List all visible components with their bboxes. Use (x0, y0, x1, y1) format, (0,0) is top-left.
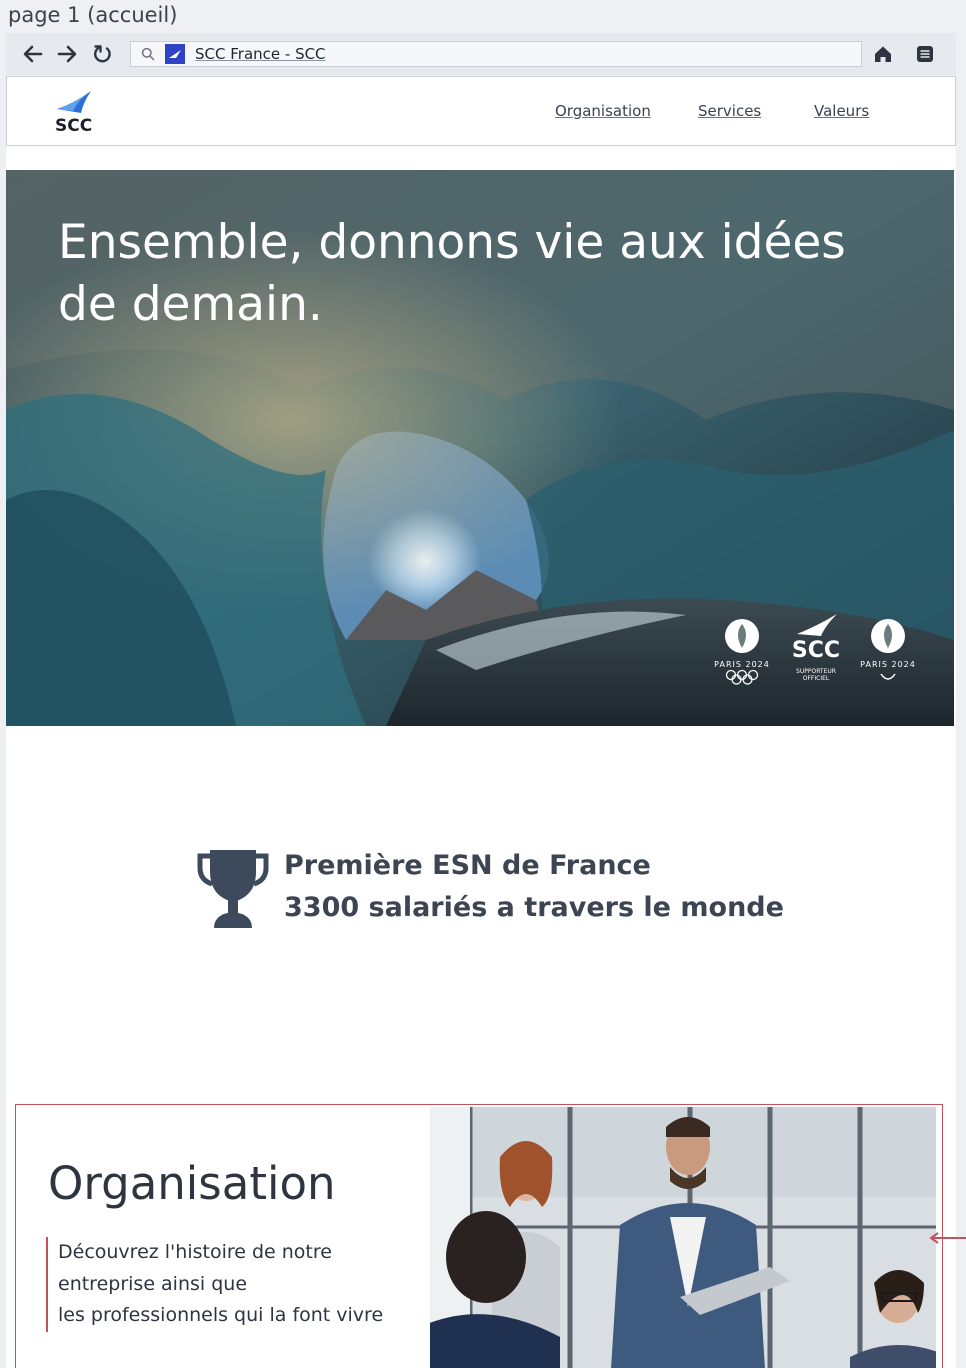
paris-2024-olympics-logo: PARIS 2024 (712, 616, 772, 689)
hero-banner: Ensemble, donnons vie aux idées de demai… (6, 170, 954, 726)
organisation-desc-line: Découvrez l'histoire de notre (58, 1241, 332, 1263)
page-caption: page 1 (accueil) (8, 3, 178, 27)
company-stats: Première ESN de France 3300 salariés a t… (196, 848, 796, 932)
agitos-icon (880, 673, 896, 680)
logo-text: SCC (55, 116, 92, 133)
organisation-description: Découvrez l'histoire de notre entreprise… (46, 1237, 383, 1332)
menu-button[interactable] (912, 41, 938, 67)
flame-icon (725, 619, 759, 653)
arrow-left-annotation-icon (929, 1232, 966, 1244)
team-meeting-photo (430, 1107, 936, 1368)
nav-valeurs[interactable]: Valeurs (814, 102, 869, 120)
paris-2024-text: PARIS 2024 (860, 660, 916, 669)
flame-icon (871, 619, 905, 653)
organisation-title: Organisation (48, 1157, 336, 1210)
nav-organisation[interactable]: Organisation (555, 102, 651, 120)
nav-services[interactable]: Services (698, 102, 761, 120)
organisation-desc-line: entreprise ainsi que (58, 1272, 248, 1295)
organisation-desc-line: les professionnels qui la font vivre (58, 1304, 384, 1326)
menu-icon (917, 46, 933, 62)
browser-toolbar: SCC France - SCC (6, 33, 956, 75)
home-button[interactable] (870, 41, 896, 67)
reload-icon (94, 45, 111, 63)
arrow-right-icon (57, 45, 77, 63)
paris-2024-text: PARIS 2024 (714, 660, 770, 669)
supporter-text: SUPPORTEUR (796, 668, 836, 675)
stat-employees: 3300 salariés a travers le monde (284, 892, 784, 923)
arrow-left-icon (23, 45, 43, 63)
stat-ranking: Première ESN de France (284, 850, 651, 881)
forward-button[interactable] (54, 41, 80, 67)
back-button[interactable] (20, 41, 46, 67)
search-icon (131, 47, 165, 61)
reload-button[interactable] (90, 41, 116, 67)
site-favicon-icon (165, 44, 185, 64)
hero-title: Ensemble, donnons vie aux idées de demai… (58, 215, 846, 332)
scc-logo[interactable]: SCC (53, 87, 99, 136)
scc-wing-icon (797, 614, 837, 636)
organisation-card[interactable]: Organisation Découvrez l'histoire de not… (15, 1104, 943, 1368)
tab-title: SCC France - SCC (195, 45, 326, 63)
site-header: SCC Organisation Services Valeurs (6, 76, 956, 146)
olympic-rings-icon (725, 669, 759, 685)
address-bar[interactable]: SCC France - SCC (130, 41, 862, 67)
scc-partner-text: SCC (791, 638, 841, 663)
officiel-text: OFFICIEL (802, 675, 830, 682)
paris-2024-paralympics-logo: PARIS 2024 (858, 616, 918, 688)
trophy-icon (197, 850, 269, 928)
scc-partner-logo: SCC SUPPORTEUR OFFICIEL (786, 612, 846, 682)
home-icon (875, 46, 891, 62)
